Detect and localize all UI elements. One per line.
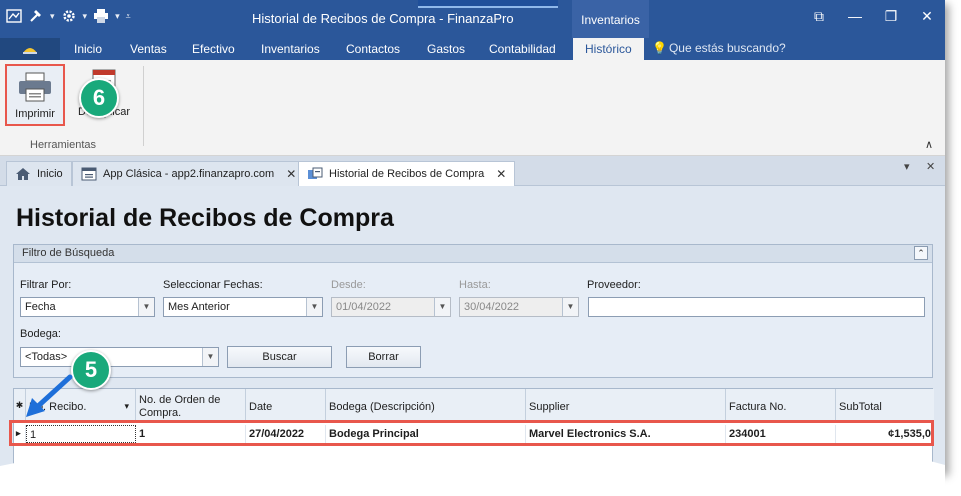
window-icon [81, 167, 97, 181]
grid-header: ✱ No. Recibo. ▾ No. de Orden de Compra. … [14, 389, 934, 421]
buscar-label: Buscar [262, 351, 297, 363]
chevron-down-icon[interactable]: ▼ [434, 298, 450, 316]
tab-inicio[interactable]: Inicio [74, 42, 102, 56]
doc-tab-label: Historial de Recibos de Compra [329, 168, 485, 180]
ribbon-panel: Imprimir Desaplicar Herramientas ∧ [0, 60, 945, 156]
doc-tab-label: App Clásica - app2.finanzapro.com [103, 168, 275, 180]
column-subtotal[interactable]: SubTotal [836, 389, 934, 421]
receipt-icon [308, 167, 323, 179]
row-highlight [9, 420, 934, 446]
chevron-down-icon[interactable]: ▼ [138, 298, 154, 316]
printer-icon [7, 69, 63, 105]
chevron-down-icon[interactable]: ▾ [115, 11, 120, 22]
maximize-button[interactable]: ❐ [873, 6, 909, 26]
sort-icon[interactable]: ▾ [124, 401, 129, 412]
doc-tab-inicio[interactable]: Inicio [6, 161, 72, 186]
document-tabs: Inicio App Clásica - app2.finanzapro.com… [0, 156, 945, 186]
seleccionar-fechas-label: Seleccionar Fechas: [163, 279, 263, 291]
hasta-label: Hasta: [459, 279, 491, 291]
borrar-label: Borrar [368, 351, 399, 363]
chevron-down-icon[interactable]: ▼ [202, 348, 218, 366]
search-filter-panel: Filtro de Búsqueda ⌃ Filtrar Por: Fecha … [13, 244, 933, 378]
filtrar-por-select[interactable]: Fecha ▼ [20, 297, 155, 317]
tab-list-dropdown-icon[interactable]: ▾ [904, 160, 910, 173]
column-bodega[interactable]: Bodega (Descripción) [326, 389, 526, 421]
hammer-icon[interactable] [28, 8, 44, 24]
title-accent [418, 0, 558, 8]
proveedor-input[interactable] [588, 297, 925, 317]
filtrar-por-label: Filtrar Por: [20, 279, 72, 291]
chevron-down-icon[interactable]: ▼ [562, 298, 578, 316]
customize-qat-icon[interactable]: ⩡ [126, 11, 131, 22]
lightbulb-icon: 💡 [652, 41, 667, 55]
buscar-button[interactable]: Buscar [227, 346, 332, 368]
tab-historico[interactable]: Histórico [573, 38, 644, 60]
doc-tab-historial[interactable]: Historial de Recibos de Compra ✕ [298, 161, 516, 186]
quick-access-toolbar: ▾ ▾ ▾ ⩡ [6, 8, 131, 24]
tab-inventarios[interactable]: Inventarios [261, 42, 320, 56]
seleccionar-fechas-value: Mes Anterior [168, 301, 230, 313]
close-icon[interactable]: ✕ [286, 167, 296, 181]
print-button[interactable]: Imprimir [5, 64, 65, 126]
tab-contabilidad[interactable]: Contabilidad [489, 42, 556, 56]
window-title: Historial de Recibos de Compra - Finanza… [252, 11, 514, 26]
column-factura[interactable]: Factura No. [726, 389, 836, 421]
collapse-ribbon-icon[interactable]: ∧ [925, 138, 933, 151]
collapse-filter-icon[interactable]: ⌃ [914, 246, 928, 260]
tab-contactos[interactable]: Contactos [346, 42, 400, 56]
tab-efectivo[interactable]: Efectivo [192, 42, 235, 56]
title-bar: ▾ ▾ ▾ ⩡ Historial de Recibos de Compra -… [0, 0, 945, 38]
close-button[interactable]: ✕ [909, 6, 945, 26]
hasta-date-field[interactable]: 30/04/2022 ▼ [459, 297, 579, 317]
tell-me-search[interactable]: 💡 Que estás buscando? [652, 41, 786, 55]
tab-ventas[interactable]: Ventas [130, 42, 167, 56]
step-badge-5: 5 [71, 350, 111, 390]
printer-icon[interactable] [93, 8, 109, 24]
tab-gastos[interactable]: Gastos [427, 42, 465, 56]
restore-ribbon-icon[interactable]: ⧉ [801, 6, 837, 26]
hasta-value: 30/04/2022 [464, 301, 520, 313]
column-date[interactable]: Date [246, 389, 326, 421]
chevron-down-icon[interactable]: ▾ [50, 11, 55, 22]
context-tab-label: Inventarios [572, 0, 649, 38]
window-controls: ⧉ — ❐ ✕ [801, 6, 945, 26]
group-label: Herramientas [30, 139, 97, 151]
doc-tab-label: Inicio [37, 168, 63, 180]
ribbon-tabs: Inicio Ventas Efectivo Inventarios Conta… [0, 38, 945, 60]
filtrar-por-value: Fecha [25, 301, 56, 313]
group-divider [143, 66, 144, 146]
desde-value: 01/04/2022 [336, 301, 392, 313]
proveedor-label: Proveedor: [587, 279, 641, 291]
search-placeholder: Que estás buscando? [668, 41, 786, 55]
bodega-value: <Todas> [25, 351, 68, 363]
close-document-icon[interactable]: ✕ [926, 160, 935, 173]
pointer-arrow-icon [26, 374, 73, 417]
app-icon[interactable] [6, 8, 22, 24]
chevron-down-icon[interactable]: ▾ [83, 11, 88, 22]
file-menu-button[interactable] [0, 38, 60, 60]
borrar-button[interactable]: Borrar [346, 346, 421, 368]
print-label: Imprimir [15, 108, 55, 120]
filter-header: Filtro de Búsqueda ⌃ [14, 245, 932, 263]
page-title: Historial de Recibos de Compra [16, 204, 394, 232]
desde-date-field[interactable]: 01/04/2022 ▼ [331, 297, 451, 317]
torn-edge [0, 460, 945, 496]
close-icon[interactable]: ✕ [496, 167, 506, 181]
app-window: ▾ ▾ ▾ ⩡ Historial de Recibos de Compra -… [0, 0, 945, 472]
doc-tab-app-clasica[interactable]: App Clásica - app2.finanzapro.com ✕ [72, 161, 306, 186]
step-badge-6: 6 [79, 78, 119, 118]
home-icon [16, 168, 30, 180]
desde-label: Desde: [331, 279, 366, 291]
bodega-label: Bodega: [20, 328, 61, 340]
minimize-button[interactable]: — [837, 6, 873, 26]
chevron-down-icon[interactable]: ▼ [306, 298, 322, 316]
column-orden-compra[interactable]: No. de Orden de Compra. [136, 389, 246, 421]
seleccionar-fechas-select[interactable]: Mes Anterior ▼ [163, 297, 323, 317]
column-supplier[interactable]: Supplier [526, 389, 726, 421]
gear-icon[interactable] [61, 8, 77, 24]
bodega-select[interactable]: <Todas> ▼ [20, 347, 219, 367]
app-menu-icon [23, 48, 37, 54]
filter-title: Filtro de Búsqueda [22, 247, 115, 259]
